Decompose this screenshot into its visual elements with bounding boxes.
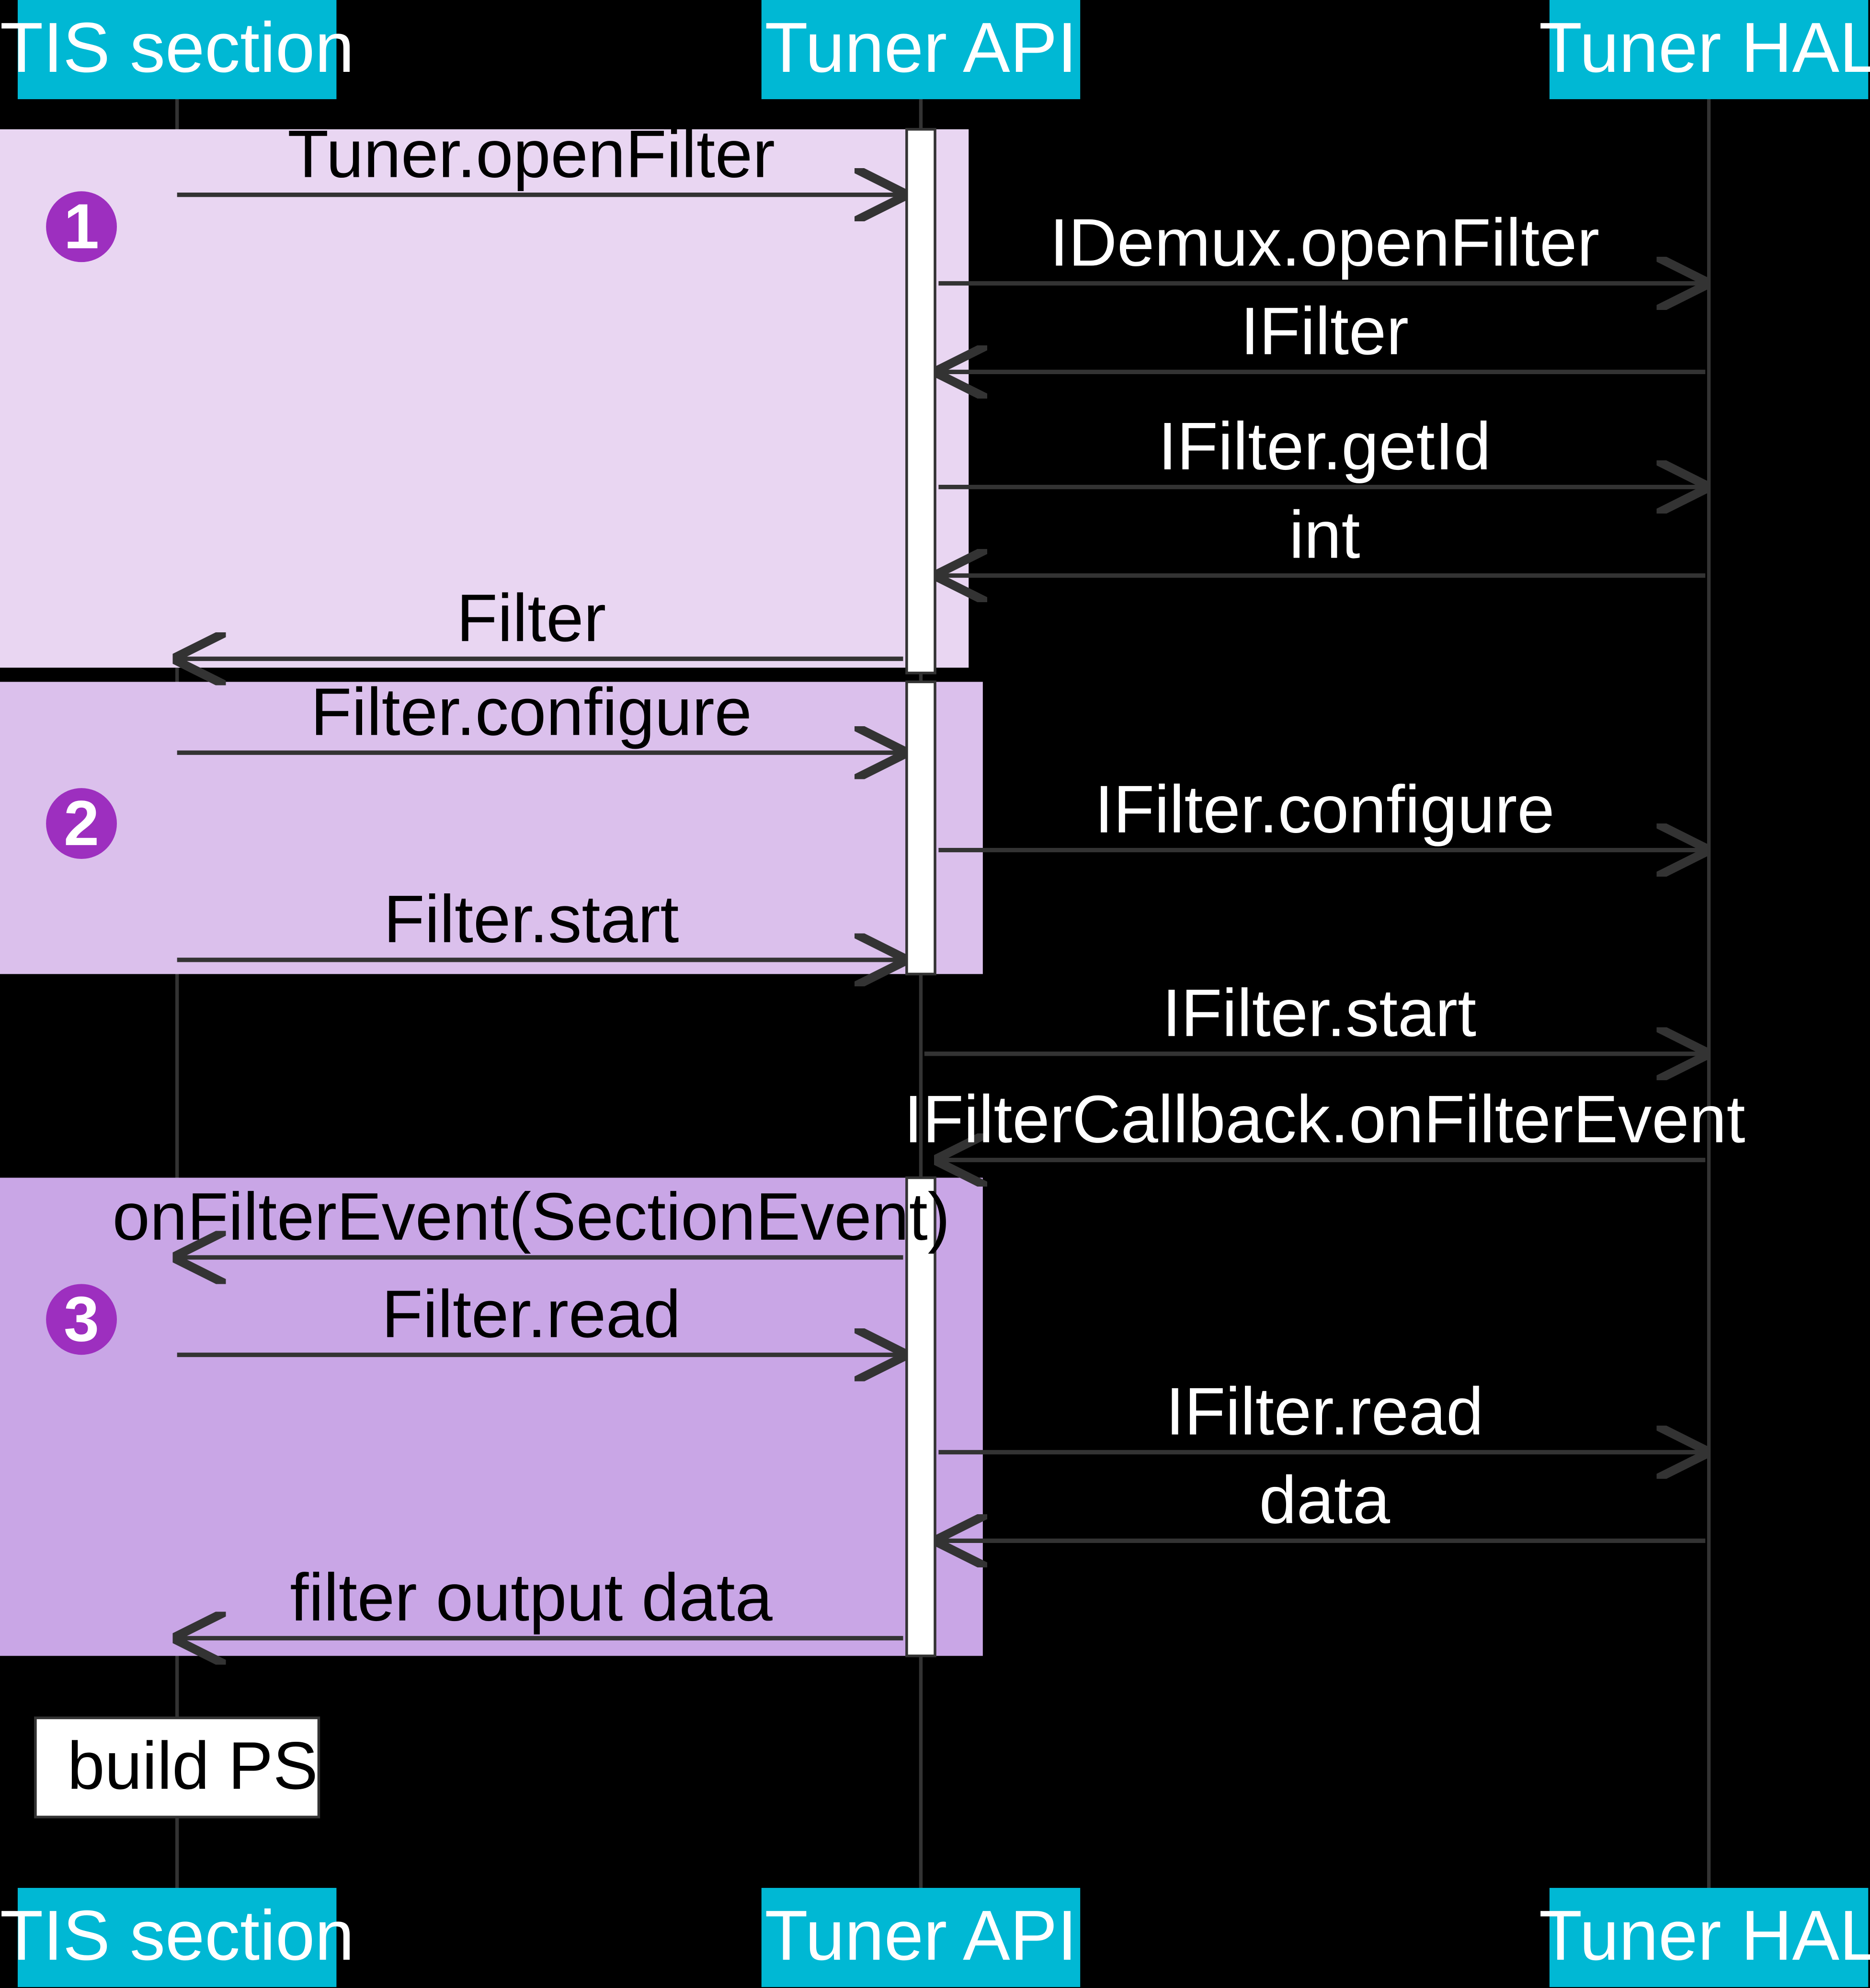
note-build-psi-label: build PSI — [67, 1728, 336, 1803]
lane-label-tis-bottom: TIS section — [0, 1896, 354, 1975]
label-ifilter-read: IFilter.read — [1166, 1374, 1484, 1449]
label-open-filter: Tuner.openFilter — [287, 116, 775, 192]
lane-label-api-top: Tuner API — [764, 8, 1077, 87]
label-filter-read: Filter.read — [382, 1276, 681, 1351]
label-filter-output: filter output data — [290, 1560, 773, 1635]
lane-label-api-bottom: Tuner API — [764, 1896, 1077, 1975]
step-num-2: 2 — [64, 788, 99, 859]
step-num-1: 1 — [64, 191, 99, 262]
activation-api-1 — [907, 129, 935, 673]
label-ifilter-getid: IFilter.getId — [1158, 409, 1491, 484]
lane-label-hal-bottom: Tuner HAL — [1539, 1896, 1870, 1975]
activation-api-2 — [907, 682, 935, 974]
lane-label-tis-top: TIS section — [0, 8, 354, 87]
label-ifilter-configure: IFilter.configure — [1095, 772, 1554, 847]
lane-label-hal-top: Tuner HAL — [1539, 8, 1870, 87]
label-filter-return: Filter — [456, 580, 606, 655]
label-onfilterevent-hal: IFilterCallback.onFilterEvent — [904, 1082, 1745, 1157]
label-int: int — [1289, 497, 1360, 572]
label-ifilter: IFilter — [1241, 293, 1409, 368]
label-data: data — [1259, 1462, 1391, 1537]
label-idemux-openfilter: IDemux.openFilter — [1050, 205, 1600, 280]
step-num-3: 3 — [64, 1284, 99, 1355]
label-filter-start: Filter.start — [384, 881, 679, 957]
label-filter-configure: Filter.configure — [310, 674, 752, 749]
label-onfilterevent: onFilterEvent(SectionEvent) — [113, 1179, 950, 1254]
sequence-diagram: 1 2 3 TIS section Tuner API Tuner HAL Tu… — [0, 0, 1870, 1988]
label-ifilter-start: IFilter.start — [1162, 975, 1476, 1051]
